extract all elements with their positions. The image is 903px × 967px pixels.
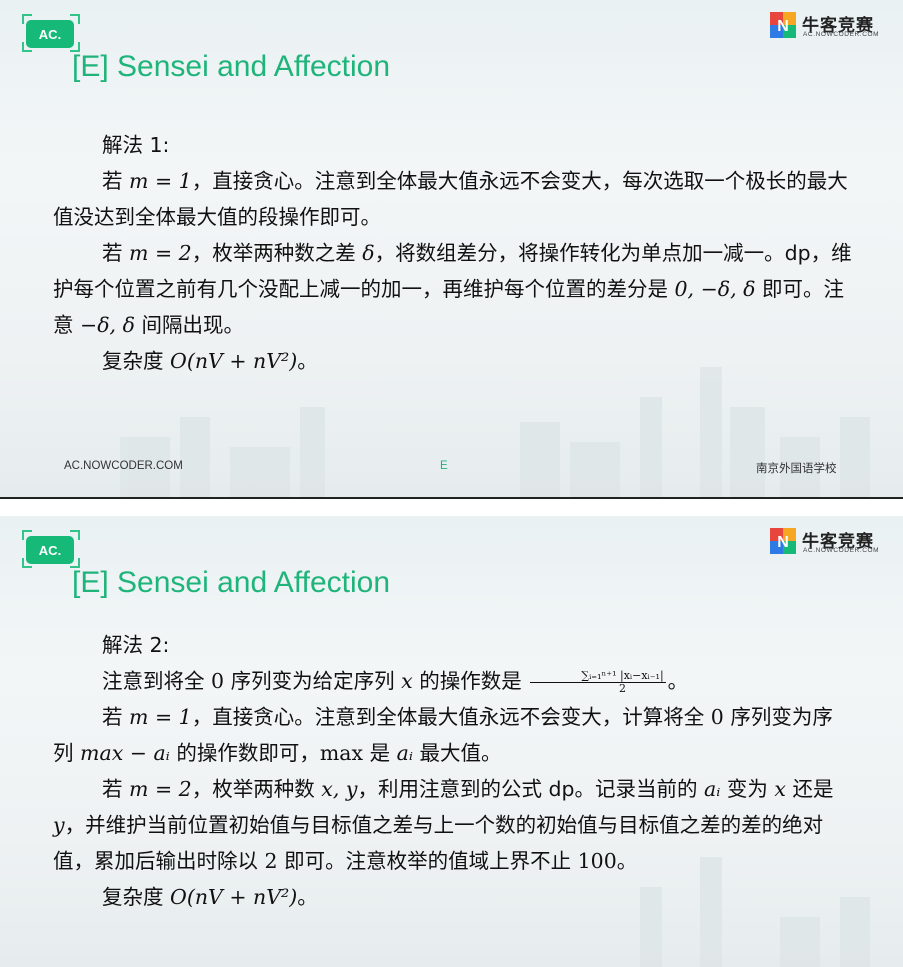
paragraph-m2: 若 m = 2，枚举两种数 x, y，利用注意到的公式 dp。记录当前的 aᵢ …	[53, 777, 834, 873]
slide-gap	[0, 499, 903, 516]
ac-badge: AC.	[22, 14, 80, 52]
paragraph-observation: 注意到将全 0 序列变为给定序列 x 的操作数是 ∑ᵢ₌₁ⁿ⁺¹ |xᵢ−xᵢ₋…	[102, 668, 689, 695]
ac-badge-label: AC.	[26, 536, 74, 564]
nowcoder-logo-icon: N	[770, 12, 796, 38]
slide-2: AC. [E] Sensei and Affection N 牛客竞赛 AC.N…	[0, 516, 903, 967]
method-heading: 解法 1:	[102, 133, 170, 157]
paragraph-m1: 若 m = 1，直接贪心。注意到全体最大值永远不会变大，计算将全 0 序列变为序…	[53, 705, 833, 765]
complexity-line: 复杂度 O(nV + nV²)。	[102, 885, 318, 909]
nowcoder-logo-icon: N	[770, 528, 796, 554]
paragraph-m1: 若 m = 1，直接贪心。注意到全体最大值永远不会变大，每次选取一个极长的最大值…	[53, 169, 848, 229]
svg-text:N: N	[777, 534, 789, 551]
operation-count-fraction: ∑ᵢ₌₁ⁿ⁺¹ |xᵢ−xᵢ₋₁| 2	[530, 669, 666, 695]
footer-school: 南京外国语学校	[756, 463, 837, 475]
footer-website: AC.NOWCODER.COM	[64, 460, 183, 472]
ac-badge-label: AC.	[26, 20, 74, 48]
slide-title: [E] Sensei and Affection	[72, 50, 391, 83]
paragraph-m2: 若 m = 2，枚举两种数之差 δ，将数组差分，将操作转化为单点加一减一。dp，…	[53, 241, 852, 337]
complexity-line: 复杂度 O(nV + nV²)。	[102, 349, 318, 373]
svg-text:N: N	[777, 18, 789, 35]
logo-subtitle: AC.NOWCODER.COM	[803, 31, 880, 38]
slide-title: [E] Sensei and Affection	[72, 566, 391, 599]
nowcoder-logo: N 牛客竞赛 AC.NOWCODER.COM	[770, 12, 890, 40]
ac-badge: AC.	[22, 530, 80, 568]
logo-subtitle: AC.NOWCODER.COM	[803, 547, 880, 554]
slide-1: AC. [E] Sensei and Affection N 牛客竞赛 AC.N…	[0, 0, 903, 497]
slide-body: 解法 2: 注意到将全 0 序列变为给定序列 x 的操作数是 ∑ᵢ₌₁ⁿ⁺¹ |…	[53, 627, 853, 915]
nowcoder-logo: N 牛客竞赛 AC.NOWCODER.COM	[770, 528, 890, 556]
footer-problem-letter: E	[440, 460, 448, 472]
method-heading: 解法 2:	[102, 633, 170, 657]
slide-body: 解法 1: 若 m = 1，直接贪心。注意到全体最大值永远不会变大，每次选取一个…	[53, 127, 853, 379]
